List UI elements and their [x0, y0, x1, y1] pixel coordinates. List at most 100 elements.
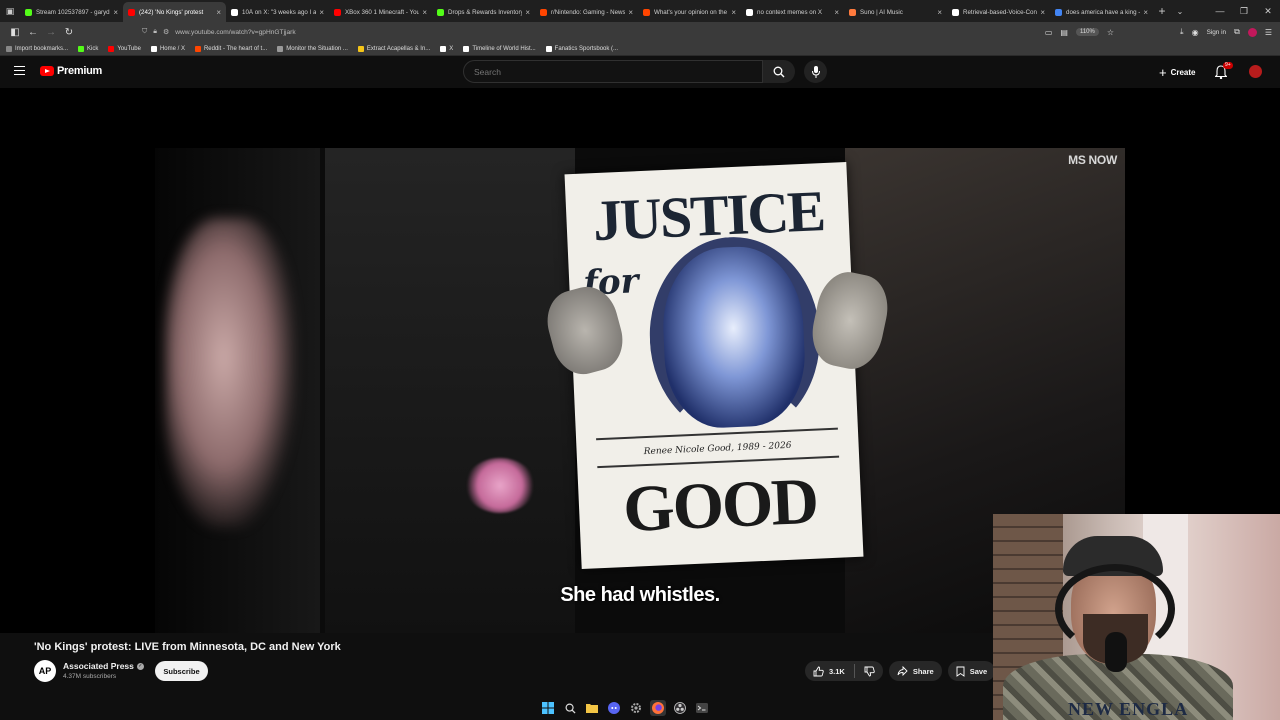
browser-tab[interactable]: Retrieval-based-Voice-Conv × — [947, 2, 1050, 22]
bookmark-favicon-icon — [463, 45, 470, 52]
bookmark-item[interactable]: Fanatics Sportsbook (... — [545, 45, 618, 52]
obs-icon[interactable] — [672, 700, 688, 716]
bookmark-star-icon[interactable]: ☆ — [1107, 28, 1114, 37]
tab-close-icon[interactable]: × — [834, 8, 839, 17]
back-icon[interactable]: ← — [24, 27, 42, 38]
poster-portrait — [659, 244, 808, 431]
extensions-icon[interactable]: ⧉ — [1234, 27, 1240, 37]
channel-name-row[interactable]: Associated Press ✓ — [63, 661, 144, 671]
share-button[interactable]: Share — [888, 661, 942, 681]
bookmark-item[interactable]: Monitor the Situation ... — [277, 45, 348, 52]
browser-tab[interactable]: (242) 'No Kings' protest × — [123, 2, 226, 22]
youtube-play-icon — [40, 66, 54, 76]
tab-favicon-icon — [128, 8, 135, 16]
bookmark-item[interactable]: Timeline of World Hist... — [463, 45, 536, 52]
settings-gear-icon[interactable] — [628, 700, 644, 716]
picture-in-picture-icon[interactable]: ▭ — [1045, 28, 1053, 37]
dislike-button[interactable] — [864, 666, 879, 677]
address-bar: ◧ ← → ↻ ⛉ 🔒︎ ⚙ www.youtube.com/watch?v=g… — [0, 22, 1280, 42]
sign-in-button[interactable]: Sign in — [1207, 29, 1227, 36]
tab-close-icon[interactable]: × — [937, 8, 942, 17]
tab-close-icon[interactable]: × — [628, 8, 633, 17]
account-icon[interactable]: ◉ — [1192, 28, 1199, 37]
menu-icon[interactable]: ☰ — [1265, 28, 1272, 37]
bookmark-item[interactable]: Reddit - The heart of t... — [194, 45, 268, 52]
lock-icon[interactable]: 🔒︎ — [153, 28, 157, 36]
bookmark-label: Reddit - The heart of t... — [203, 45, 268, 52]
tab-close-icon[interactable]: × — [319, 8, 324, 17]
zoom-indicator[interactable]: 110% — [1075, 28, 1099, 36]
browser-tab[interactable]: Stream 102537897 - garydi × — [20, 2, 123, 22]
like-dislike-group: 3.1K — [805, 661, 883, 681]
bookmark-label: Kick — [87, 45, 99, 52]
subscriber-count: 4.37M subscribers — [63, 673, 117, 680]
file-explorer-icon[interactable] — [584, 700, 600, 716]
search-input[interactable] — [463, 60, 763, 83]
video-title: 'No Kings' protest: LIVE from Minnesota,… — [34, 641, 341, 653]
url-field[interactable]: ⛉ 🔒︎ ⚙ www.youtube.com/watch?v=gpHnGTjja… — [142, 28, 296, 36]
voice-search-button[interactable] — [804, 60, 827, 83]
account-avatar[interactable] — [1249, 65, 1262, 78]
poster-banner: Renee Nicole Good, 1989 - 2026 — [596, 427, 840, 469]
tab-close-icon[interactable]: × — [1143, 8, 1148, 17]
tab-favicon-icon — [437, 8, 444, 16]
menu-hamburger-icon[interactable] — [14, 66, 25, 75]
browser-tab[interactable]: XBox 360 1 Minecraft - YouT × — [329, 2, 432, 22]
tab-title: 10Â on X: "3 weeks ago I a — [242, 8, 317, 16]
reader-view-icon[interactable]: ▤ — [1060, 28, 1068, 37]
video-frame: JUSTICE for Renee Nicole Good, 1989 - 20… — [155, 148, 1125, 633]
thumbs-down-icon — [864, 666, 875, 676]
close-window-icon[interactable]: ✕ — [1256, 0, 1280, 22]
bookmark-item[interactable]: Import bookmarks... — [6, 45, 68, 52]
tracking-shield-icon[interactable]: ⛉ — [142, 28, 147, 36]
browser-tab[interactable]: r/Nintendo: Gaming - News × — [535, 2, 638, 22]
subscribe-button[interactable]: Subscribe — [155, 661, 208, 681]
window-controls: — ❐ ✕ — [1208, 0, 1280, 22]
browser-tab[interactable]: Suno | AI Music × — [844, 2, 947, 22]
youtube-premium-logo[interactable]: Premium — [40, 65, 102, 77]
restore-icon[interactable]: ❐ — [1232, 0, 1256, 22]
taskbar-search-icon[interactable] — [562, 700, 578, 716]
reload-icon[interactable]: ↻ — [60, 27, 78, 38]
bookmark-item[interactable]: Extract Acapellas & In... — [357, 45, 430, 52]
bookmark-favicon-icon — [545, 45, 552, 52]
bookmark-item[interactable]: Kick — [78, 45, 99, 52]
tab-close-icon[interactable]: × — [216, 8, 221, 17]
os-taskbar — [540, 698, 710, 718]
browser-tab[interactable]: does america have a king - × — [1050, 2, 1153, 22]
tab-close-icon[interactable]: × — [113, 8, 118, 17]
channel-name[interactable]: Associated Press — [63, 661, 134, 671]
discord-icon[interactable] — [606, 700, 622, 716]
browser-tab[interactable]: 10Â on X: "3 weeks ago I a × — [226, 2, 329, 22]
page-settings-icon[interactable]: ⚙ — [163, 28, 169, 36]
terminal-icon[interactable] — [694, 700, 710, 716]
channel-avatar[interactable]: AP — [34, 660, 56, 682]
tab-favicon-icon — [25, 8, 32, 16]
tab-title: (242) 'No Kings' protest — [139, 8, 204, 16]
tab-close-icon[interactable]: × — [422, 8, 427, 17]
like-button[interactable]: 3.1K — [813, 666, 845, 677]
search-button[interactable] — [763, 60, 795, 83]
tab-search-chevron-icon[interactable]: ⌄ — [1171, 7, 1189, 16]
forward-icon[interactable]: → — [42, 27, 60, 38]
create-button[interactable]: + Create — [1153, 62, 1202, 82]
browser-tab[interactable]: Drops & Rewards Inventory × — [432, 2, 535, 22]
downloads-icon[interactable]: ⤓ — [1180, 27, 1184, 37]
bookmark-item[interactable]: Home / X — [150, 45, 185, 52]
browser-tab[interactable]: What's your opinion on the × — [638, 2, 741, 22]
save-button[interactable]: Save — [947, 661, 996, 681]
tab-title: no context memes on X — [757, 8, 823, 16]
profile-avatar[interactable] — [1247, 27, 1257, 37]
bookmark-item[interactable]: X — [440, 45, 453, 52]
tab-close-icon[interactable]: × — [731, 8, 736, 17]
windows-start-icon[interactable] — [540, 700, 556, 716]
minimize-icon[interactable]: — — [1208, 0, 1232, 22]
firefox-icon[interactable] — [650, 700, 666, 716]
tab-close-icon[interactable]: × — [1040, 8, 1045, 17]
tab-actions-icon[interactable]: ▣ — [0, 0, 20, 22]
sidebar-toggle-icon[interactable]: ◧ — [6, 27, 24, 38]
browser-tab[interactable]: no context memes on X × — [741, 2, 844, 22]
bookmark-item[interactable]: YouTube — [108, 45, 141, 52]
tab-close-icon[interactable]: × — [525, 8, 530, 17]
new-tab-button[interactable]: + — [1153, 4, 1171, 18]
